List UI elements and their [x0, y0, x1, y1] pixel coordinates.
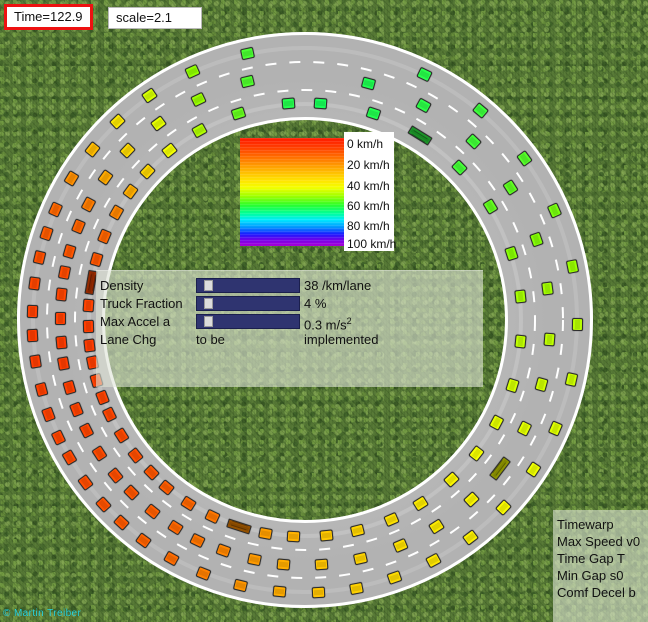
vehicle-car: [319, 529, 334, 543]
control-value: to be: [196, 332, 225, 347]
control-label: Lane Chg: [100, 332, 157, 347]
vehicle-body: [83, 338, 96, 353]
vehicle-car: [272, 585, 287, 598]
vehicle-car: [239, 46, 255, 60]
vehicle-body: [541, 280, 555, 296]
vehicle-car: [26, 304, 38, 319]
param-row-comf-decel-b[interactable]: Comf Decel b: [557, 586, 636, 600]
param-row-time-gap-t[interactable]: Time Gap T: [557, 552, 625, 566]
parameter-panel[interactable]: Timewarp Max Speed v0 Time Gap T Min Gap s0…: [553, 510, 648, 622]
control-value: 38 /km/lane: [304, 278, 372, 293]
vehicle-body: [313, 97, 327, 110]
vehicle-body: [286, 530, 300, 543]
vehicle-car: [286, 530, 300, 543]
slider-track[interactable]: [196, 314, 300, 329]
vehicle-body: [258, 526, 274, 540]
vehicle-body: [82, 319, 94, 333]
vehicle-car: [55, 287, 68, 302]
vehicle-car: [543, 332, 556, 347]
legend-tick-40: 40 km/h: [347, 179, 390, 193]
legend-tick-80: 80 km/h: [347, 219, 390, 233]
vehicle-car: [82, 298, 95, 312]
vehicle-body: [281, 97, 296, 110]
vehicle-body: [543, 332, 556, 347]
copyright-notice: © Martin Treiber: [3, 608, 82, 619]
vehicle-body: [239, 46, 255, 60]
vehicle-body: [54, 335, 68, 350]
legend-tick-0: 0 km/h: [347, 137, 384, 151]
control-row-truck-fraction[interactable]: Truck Fraction 4 %: [100, 295, 480, 312]
control-value: 4 %: [304, 296, 327, 311]
vehicle-car: [313, 97, 327, 110]
vehicle-car: [314, 558, 329, 571]
control-panel[interactable]: Density 38 /km/lane Truck Fraction 4 % Max A…: [96, 270, 483, 387]
vehicle-body: [232, 578, 249, 593]
vehicle-body: [514, 334, 528, 349]
param-row-max-speed-v0[interactable]: Max Speed v0: [557, 535, 640, 549]
simulation-canvas[interactable]: Time=122.9 scale=2.1 0 km/h 20 km/h 40 km/…: [0, 0, 648, 622]
control-row-lane-chg[interactable]: Lane Chg to be implemented: [100, 331, 480, 348]
vehicle-car: [277, 558, 291, 571]
vehicle-car: [572, 318, 584, 332]
slider-track[interactable]: [196, 278, 300, 293]
control-row-max-accel-a[interactable]: Max Accel a 0.3 m/s2: [100, 313, 480, 332]
vehicle-car: [232, 578, 249, 593]
slider-knob[interactable]: [204, 280, 213, 291]
vehicle-body: [314, 558, 329, 571]
vehicle-body: [514, 289, 527, 304]
speed-gradient-bar: [240, 138, 344, 246]
vehicle-body: [82, 298, 95, 312]
vehicle-car: [281, 97, 296, 110]
vehicle-body: [28, 353, 42, 369]
speed-legend-labels: 0 km/h 20 km/h 40 km/h 60 km/h 80 km/h 100 km…: [344, 132, 397, 251]
unit-exponent: 2: [346, 316, 352, 326]
vehicle-car: [28, 276, 41, 291]
vehicle-body: [277, 558, 291, 571]
vehicle-car: [312, 586, 326, 599]
vehicle-car: [54, 335, 68, 350]
vehicle-body: [26, 328, 39, 342]
vehicle-car: [514, 334, 528, 349]
vehicle-body: [272, 585, 287, 598]
vehicle-body: [572, 318, 584, 332]
vehicle-body: [319, 529, 334, 543]
vehicle-car: [54, 311, 66, 325]
control-label: Max Accel a: [100, 314, 171, 329]
vehicle-body: [26, 304, 38, 319]
speed-color-legend: [240, 138, 344, 246]
scale-display[interactable]: scale=2.1: [108, 7, 202, 29]
vehicle-body: [312, 586, 326, 599]
vehicle-car: [514, 289, 527, 304]
vehicle-body: [55, 287, 68, 302]
vehicle-car: [83, 338, 96, 353]
param-row-min-gap-s0[interactable]: Min Gap s0: [557, 569, 623, 583]
control-label: Density: [100, 278, 144, 293]
slider-knob[interactable]: [204, 316, 213, 327]
vehicle-car: [349, 581, 365, 595]
vehicle-car: [28, 353, 42, 369]
slider-knob[interactable]: [204, 298, 213, 309]
vehicle-body: [54, 311, 66, 325]
vehicle-car: [26, 328, 39, 342]
control-value-suffix: implemented: [304, 332, 379, 347]
param-row-timewarp[interactable]: Timewarp: [557, 518, 614, 532]
legend-tick-20: 20 km/h: [347, 158, 390, 172]
legend-tick-60: 60 km/h: [347, 199, 390, 213]
slider-track[interactable]: [196, 296, 300, 311]
time-display: Time=122.9: [4, 4, 93, 30]
vehicle-car: [258, 526, 274, 540]
vehicle-car: [82, 319, 94, 333]
control-row-density[interactable]: Density 38 /km/lane: [100, 277, 480, 294]
vehicle-body: [349, 581, 365, 595]
control-label: Truck Fraction: [100, 296, 183, 311]
vehicle-car: [541, 280, 555, 296]
legend-tick-100: 100 km/h: [347, 237, 397, 251]
vehicle-body: [28, 276, 41, 291]
